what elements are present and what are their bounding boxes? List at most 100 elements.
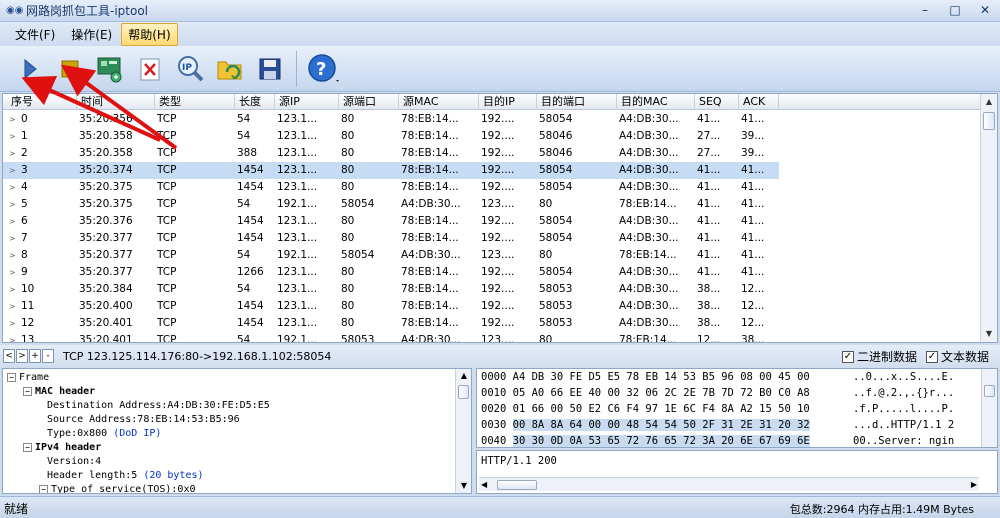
column-header[interactable]: 序号 xyxy=(7,94,77,110)
column-header[interactable]: 目的MAC xyxy=(617,94,695,110)
tree-node[interactable]: Type:0x800 (DoD IP) xyxy=(47,427,161,441)
tree-scroll-up-icon[interactable]: ▲ xyxy=(456,369,471,383)
table-row[interactable]: >5 35:20.375 TCP 54 192.1... 58054 A4:DB:30...… xyxy=(3,196,779,213)
column-header[interactable]: 目的端口 xyxy=(537,94,617,110)
column-header[interactable]: 类型 xyxy=(155,94,235,110)
help-button[interactable]: ? xyxy=(303,49,343,89)
menu-help[interactable]: 帮助(H) xyxy=(121,22,178,46)
save-file-button[interactable] xyxy=(250,49,290,89)
table-cell: 58053 xyxy=(539,317,573,329)
scroll-right-icon[interactable]: ▶ xyxy=(971,478,977,492)
open-file-button[interactable] xyxy=(210,49,250,89)
tree-node[interactable]: − IPv4 header xyxy=(23,441,101,455)
column-header[interactable]: 时间 xyxy=(77,94,155,110)
table-cell: A4:DB:30... xyxy=(619,130,679,142)
text-hscrollbar[interactable]: ◀ ▶ xyxy=(479,477,979,491)
tree-node[interactable]: Destination Address:A4:DB:30:FE:D5:E5 xyxy=(47,399,270,413)
tree-node[interactable]: − Frame xyxy=(7,371,49,385)
column-header[interactable]: 源MAC xyxy=(399,94,479,110)
column-header[interactable]: 目的IP xyxy=(479,94,537,110)
collapse-icon[interactable]: − xyxy=(23,442,32,452)
collapse-icon[interactable]: − xyxy=(39,484,48,493)
table-row[interactable]: >10 35:20.384 TCP 54 123.1... 80 78:EB:14... 19… xyxy=(3,281,779,298)
maximize-button[interactable]: □ xyxy=(940,0,970,20)
hex-scrollbar[interactable] xyxy=(981,369,997,447)
table-row[interactable]: >8 35:20.377 TCP 54 192.1... 58054 A4:DB:30...… xyxy=(3,247,779,264)
column-header[interactable]: SEQ xyxy=(695,94,739,110)
clear-list-button[interactable] xyxy=(130,49,170,89)
table-row[interactable]: >11 35:20.400 TCP 1454 123.1... 80 78:EB:14...… xyxy=(3,298,779,315)
table-row[interactable]: >9 35:20.377 TCP 1266 123.1... 80 78:EB:14... 1… xyxy=(3,264,779,281)
close-button[interactable]: ✕ xyxy=(970,0,1000,20)
collapse-all-button[interactable]: - xyxy=(42,349,54,363)
table-cell: 13 xyxy=(21,334,35,343)
table-row[interactable]: >1 35:20.358 TCP 54 123.1... 80 78:EB:14... 192… xyxy=(3,128,779,145)
table-cell: 80 xyxy=(341,147,355,159)
table-row[interactable]: >6 35:20.376 TCP 1454 123.1... 80 78:EB:14... 1… xyxy=(3,213,779,230)
tree-scroll-down-icon[interactable]: ▼ xyxy=(456,479,471,493)
binary-data-checkbox[interactable]: ✓ 二进制数据 xyxy=(842,348,917,365)
tree-scrollbar[interactable]: ▲ ▼ xyxy=(455,369,471,493)
text-view[interactable]: HTTP/1.1 200 ◀ ▶ xyxy=(476,450,998,494)
text-hscroll-thumb[interactable] xyxy=(497,480,537,490)
binary-checkbox-box[interactable]: ✓ xyxy=(842,350,854,363)
table-row[interactable]: >13 35:20.401 TCP 54 192.1... 58053 A4:DB:30..… xyxy=(3,332,779,343)
table-cell: TCP xyxy=(157,317,177,329)
table-cell: 80 xyxy=(539,249,553,261)
row-expand-icon: > xyxy=(9,217,16,226)
hex-bytes: 00 8A 8A 64 00 00 48 54 54 50 2F 31 2E 3… xyxy=(512,419,810,431)
table-cell: 58054 xyxy=(341,198,375,210)
table-row[interactable]: >0 35:20.356 TCP 54 123.1... 80 78:EB:14... 192… xyxy=(3,111,779,128)
minimize-button[interactable]: – xyxy=(910,0,940,20)
next-packet-button[interactable]: > xyxy=(16,349,28,363)
text-data-checkbox[interactable]: ✓ 文本数据 xyxy=(926,348,989,365)
menu-operate[interactable]: 操作(E) xyxy=(64,23,119,46)
table-cell: 58054 xyxy=(539,215,573,227)
tree-node[interactable]: Header length:5 (20 bytes) xyxy=(47,469,204,483)
table-cell: 80 xyxy=(341,266,355,278)
table-cell: TCP xyxy=(157,198,177,210)
table-row[interactable]: >3 35:20.374 TCP 1454 123.1... 80 78:EB:14... 1… xyxy=(3,162,779,179)
table-cell: 78:EB:14... xyxy=(401,317,459,329)
stop-capture-button[interactable] xyxy=(50,49,90,89)
column-header[interactable]: 源端口 xyxy=(339,94,399,110)
table-row[interactable]: >2 35:20.358 TCP 388 123.1... 80 78:EB:14... 19… xyxy=(3,145,779,162)
packet-list[interactable]: 序号 时间 类型 长度 源IP 源端口 源MAC 目的IP 目的端口 目的MAC SEQ ACK >0… xyxy=(2,93,998,343)
protocol-tree[interactable]: − Frame − MAC header Destination Address:A4:… xyxy=(2,368,472,494)
column-header[interactable]: ACK xyxy=(739,94,779,110)
scroll-down-icon[interactable]: ▼ xyxy=(981,326,997,342)
text-checkbox-box[interactable]: ✓ xyxy=(926,350,938,363)
prev-packet-button[interactable]: < xyxy=(3,349,15,363)
menu-file[interactable]: 文件(F) xyxy=(8,23,62,46)
tree-node[interactable]: − Type of service(TOS):0x0 xyxy=(39,483,196,493)
tree-node[interactable]: Source Address:78:EB:14:53:B5:96 xyxy=(47,413,240,427)
table-row[interactable]: >4 35:20.375 TCP 1454 123.1... 80 78:EB:14... 1… xyxy=(3,179,779,196)
scroll-left-icon[interactable]: ◀ xyxy=(481,478,487,492)
table-cell: 123.... xyxy=(481,334,515,343)
tree-node[interactable]: − MAC header xyxy=(23,385,95,399)
scroll-thumb[interactable] xyxy=(983,112,995,130)
table-cell: 58054 xyxy=(539,181,573,193)
hex-view[interactable]: 0000 A4 DB 30 FE D5 E5 78 EB 14 53 B5 96… xyxy=(476,368,998,448)
expand-all-button[interactable]: + xyxy=(29,349,41,363)
tree-scroll-thumb[interactable] xyxy=(458,385,469,399)
table-cell: 192.... xyxy=(481,317,515,329)
table-cell: 41... xyxy=(741,266,765,278)
packet-list-scrollbar[interactable]: ▲ ▼ xyxy=(980,94,997,342)
collapse-icon[interactable]: − xyxy=(7,372,16,382)
scroll-up-icon[interactable]: ▲ xyxy=(981,94,997,110)
collapse-icon[interactable]: − xyxy=(23,386,32,396)
hex-offset: 0020 xyxy=(481,403,507,415)
column-header[interactable]: 长度 xyxy=(235,94,275,110)
hex-scroll-thumb[interactable] xyxy=(984,385,995,397)
start-capture-button[interactable] xyxy=(10,49,50,89)
column-header[interactable]: 源IP xyxy=(275,94,339,110)
table-row[interactable]: >7 35:20.377 TCP 1454 123.1... 80 78:EB:14... 1… xyxy=(3,230,779,247)
search-ip-button[interactable]: IP xyxy=(170,49,210,89)
table-cell: 41... xyxy=(697,181,721,193)
hex-bytes: 30 30 0D 0A 53 65 72 76 65 72 3A 20 6E 6… xyxy=(512,435,810,447)
table-row[interactable]: >12 35:20.401 TCP 1454 123.1... 80 78:EB:14...… xyxy=(3,315,779,332)
row-expand-icon: > xyxy=(9,336,16,343)
network-adapter-button[interactable] xyxy=(90,49,130,89)
tree-node[interactable]: Version:4 xyxy=(47,455,101,469)
